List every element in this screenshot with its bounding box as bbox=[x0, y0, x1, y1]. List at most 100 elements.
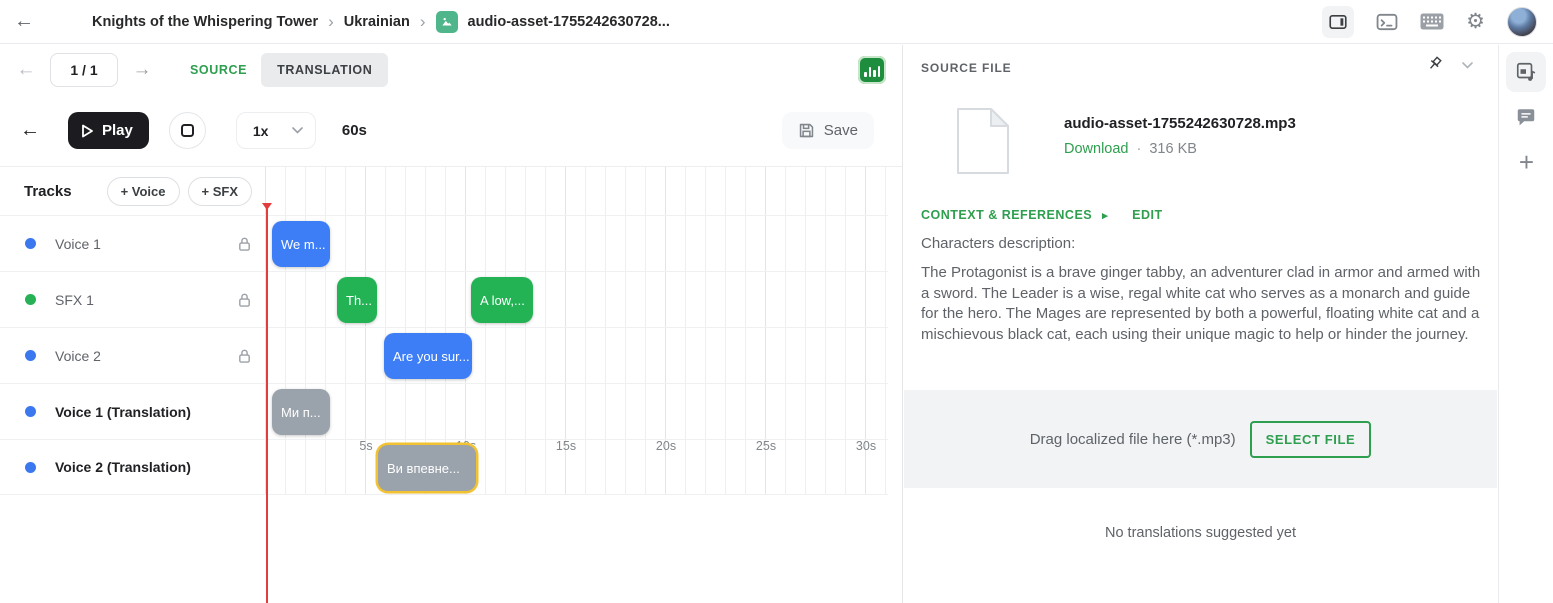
play-button-label: Play bbox=[102, 122, 133, 139]
file-meta: Download · 316 KB bbox=[1064, 141, 1197, 157]
source-file-name: audio-asset-1755242630728.mp3 bbox=[1064, 115, 1296, 132]
track-row-voice-1-translation[interactable]: Voice 1 (Translation) Ми п... bbox=[0, 383, 888, 439]
editor-subheader: ← 1 / 1 → SOURCE TRANSLATION bbox=[0, 45, 902, 95]
dot-separator: · bbox=[1137, 141, 1142, 157]
tracks-title: Tracks bbox=[24, 183, 72, 200]
audio-clip[interactable]: Th... bbox=[337, 277, 377, 323]
track-head: Voice 2 (Translation) bbox=[0, 440, 265, 494]
media-panel-icon[interactable] bbox=[1506, 52, 1546, 92]
breadcrumb-project[interactable]: Knights of the Whispering Tower bbox=[92, 14, 318, 30]
track-row-voice-2-translation[interactable]: Voice 2 (Translation) Ви впевне... bbox=[0, 439, 888, 495]
clip-label: Are you sur... bbox=[393, 349, 470, 364]
breadcrumb-asset[interactable]: audio-asset-1755242630728... bbox=[468, 14, 670, 30]
save-icon bbox=[798, 122, 815, 139]
audio-clip[interactable]: Ми п... bbox=[272, 389, 330, 435]
track-label: SFX 1 bbox=[55, 292, 94, 308]
clip-label: Ви впевне... bbox=[387, 461, 460, 476]
stop-button[interactable] bbox=[169, 112, 206, 149]
topbar: ← Knights of the Whispering Tower › Ukra… bbox=[0, 0, 1553, 44]
audio-clip[interactable]: A low,... bbox=[471, 277, 533, 323]
track-row-voice-2[interactable]: Voice 2 Are you sur... bbox=[0, 327, 888, 383]
menu-icon[interactable] bbox=[46, 13, 68, 31]
clip-label: A low,... bbox=[480, 293, 525, 308]
track-lane[interactable]: We m... bbox=[265, 216, 888, 271]
track-color-dot bbox=[25, 406, 36, 417]
add-sfx-button[interactable]: + SFX bbox=[188, 177, 253, 206]
chevron-right-icon: ▸ bbox=[1102, 209, 1108, 222]
playback-speed-select[interactable]: 1x bbox=[236, 112, 316, 149]
select-file-button[interactable]: SELECT FILE bbox=[1250, 421, 1372, 458]
track-head: SFX 1 bbox=[0, 272, 265, 327]
page-indicator[interactable]: 1 / 1 bbox=[50, 53, 118, 87]
user-avatar[interactable] bbox=[1507, 7, 1537, 37]
topbar-left: ← Knights of the Whispering Tower › Ukra… bbox=[0, 10, 670, 33]
track-lane[interactable]: Th... A low,... bbox=[265, 272, 888, 327]
audio-clip[interactable]: Are you sur... bbox=[384, 333, 472, 379]
track-color-dot bbox=[25, 238, 36, 249]
chevron-down-icon[interactable] bbox=[1462, 62, 1473, 69]
edit-link[interactable]: EDIT bbox=[1132, 208, 1162, 222]
panel-toggle-button[interactable] bbox=[1322, 6, 1354, 38]
playhead-line[interactable] bbox=[266, 205, 268, 603]
audio-clip[interactable]: We m... bbox=[272, 221, 330, 267]
clip-label: Th... bbox=[346, 293, 372, 308]
comment-icon[interactable] bbox=[1515, 107, 1537, 129]
save-button-label: Save bbox=[824, 122, 858, 139]
track-color-dot bbox=[25, 350, 36, 361]
timeline-duration: 60s bbox=[342, 122, 367, 139]
track-head: Voice 1 bbox=[0, 216, 265, 271]
next-page-arrow-icon[interactable]: → bbox=[132, 59, 152, 81]
add-voice-button[interactable]: + Voice bbox=[107, 177, 180, 206]
audio-waveform-icon[interactable] bbox=[858, 56, 886, 84]
localized-file-dropzone[interactable]: Drag localized file here (*.mp3) SELECT … bbox=[904, 390, 1497, 488]
back-arrow-icon[interactable]: ← bbox=[20, 119, 40, 142]
playhead-marker[interactable] bbox=[262, 203, 272, 210]
track-row-voice-1[interactable]: Voice 1 We m... bbox=[0, 215, 888, 271]
track-label: Voice 2 bbox=[55, 348, 101, 364]
track-label: Voice 1 (Translation) bbox=[55, 404, 191, 420]
asset-image-icon bbox=[436, 11, 458, 33]
chevron-right-icon: › bbox=[328, 12, 334, 32]
right-rail: + bbox=[1498, 45, 1553, 603]
tab-translation[interactable]: TRANSLATION bbox=[261, 53, 388, 87]
download-link[interactable]: Download bbox=[1064, 141, 1129, 157]
chevron-down-icon bbox=[292, 127, 303, 134]
track-lane[interactable]: Ми п... bbox=[265, 384, 888, 439]
lock-icon[interactable] bbox=[237, 236, 252, 252]
track-label: Voice 1 bbox=[55, 236, 101, 252]
clip-label: Ми п... bbox=[281, 405, 321, 420]
keyboard-icon[interactable] bbox=[1420, 13, 1444, 30]
track-label: Voice 2 (Translation) bbox=[55, 459, 191, 475]
clip-label: We m... bbox=[281, 237, 326, 252]
tab-source[interactable]: SOURCE bbox=[190, 63, 247, 77]
save-button[interactable]: Save bbox=[782, 112, 874, 149]
breadcrumb-language[interactable]: Ukrainian bbox=[344, 14, 410, 30]
dropzone-hint: Drag localized file here (*.mp3) bbox=[1030, 431, 1236, 448]
lock-icon[interactable] bbox=[237, 292, 252, 308]
play-button[interactable]: Play bbox=[68, 112, 149, 149]
tracks-header: Tracks + Voice + SFX bbox=[0, 167, 265, 215]
playback-speed-value: 1x bbox=[253, 123, 269, 139]
terminal-icon[interactable] bbox=[1376, 13, 1398, 31]
stop-icon bbox=[181, 124, 194, 137]
editor-panel: ← 1 / 1 → SOURCE TRANSLATION ← Play 1x 6… bbox=[0, 45, 903, 603]
track-head: Voice 1 (Translation) bbox=[0, 384, 265, 439]
prev-page-arrow-icon[interactable]: ← bbox=[16, 59, 36, 81]
audio-clip-selected[interactable]: Ви впевне... bbox=[378, 445, 476, 491]
back-arrow-icon[interactable]: ← bbox=[12, 10, 36, 33]
context-description: The Protagonist is a brave ginger tabby,… bbox=[921, 263, 1484, 345]
translations-empty-state: No translations suggested yet bbox=[904, 525, 1497, 541]
add-panel-plus-icon[interactable]: + bbox=[1499, 147, 1553, 178]
settings-gear-icon[interactable]: ⚙ bbox=[1466, 11, 1485, 32]
panel-title: SOURCE FILE bbox=[921, 61, 1012, 75]
pin-icon[interactable] bbox=[1425, 55, 1445, 75]
track-row-sfx-1[interactable]: SFX 1 Th... A low,... bbox=[0, 271, 888, 327]
context-references-row: CONTEXT & REFERENCES ▸ EDIT bbox=[921, 208, 1163, 222]
lock-icon[interactable] bbox=[237, 348, 252, 364]
track-head: Voice 2 bbox=[0, 328, 265, 383]
track-lane[interactable]: Ви впевне... bbox=[265, 440, 888, 494]
track-lane[interactable]: Are you sur... bbox=[265, 328, 888, 383]
source-file-panel: SOURCE FILE audio-asset-1755242630728.mp… bbox=[904, 45, 1497, 603]
play-icon bbox=[81, 124, 94, 138]
context-references-header[interactable]: CONTEXT & REFERENCES bbox=[921, 208, 1092, 222]
